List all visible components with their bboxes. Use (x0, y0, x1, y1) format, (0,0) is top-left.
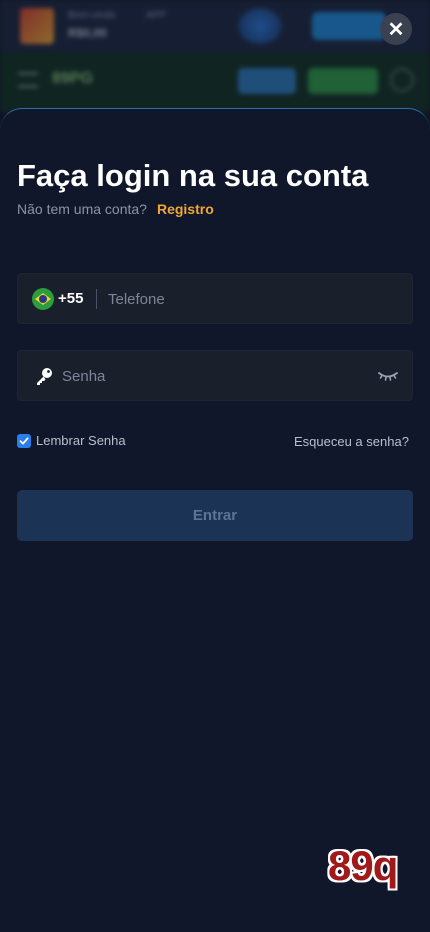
remember-checkbox[interactable] (17, 433, 31, 448)
watermark-logo: 89q (328, 842, 398, 889)
close-button[interactable]: ✕ (380, 13, 412, 45)
field-divider (96, 289, 97, 309)
register-link[interactable]: Registro (157, 201, 214, 217)
brazil-flag-icon[interactable] (32, 288, 54, 310)
background-banner-text: Bem-vindo (68, 10, 116, 21)
background-register-button (308, 68, 378, 94)
background-banner-balance: R$0,00 (68, 26, 107, 40)
remember-password-toggle[interactable]: Lembrar Senha (17, 433, 126, 448)
dial-code[interactable]: +55 (58, 290, 83, 307)
background-graphic (238, 8, 282, 44)
phone-field[interactable]: +55 (17, 273, 413, 324)
background-button (312, 12, 386, 40)
background-banner: Bem-vindo R$0,00 APP (0, 0, 430, 52)
forgot-password-link[interactable]: Esqueceu a senha? (294, 434, 409, 449)
background-brand: 89PG (52, 70, 93, 87)
close-icon: ✕ (387, 18, 405, 41)
background-nav: 89PG (0, 52, 430, 112)
password-input[interactable] (62, 363, 362, 389)
background-menu-icon (18, 72, 38, 88)
check-icon (19, 437, 29, 444)
page-title: Faça login na sua conta (17, 158, 369, 193)
login-button[interactable]: Entrar (17, 490, 413, 541)
background-logo (20, 8, 54, 44)
remember-label[interactable]: Lembrar Senha (36, 433, 126, 448)
key-icon (37, 368, 52, 385)
eye-closed-icon[interactable] (378, 369, 398, 383)
no-account-text: Não tem uma conta? (17, 201, 147, 217)
phone-input[interactable] (108, 286, 398, 312)
background-search-icon (390, 68, 414, 92)
background-login-button (238, 68, 296, 94)
register-prompt: Não tem uma conta? Registro (17, 201, 214, 217)
password-field[interactable] (17, 350, 413, 401)
background-banner-app: APP (146, 10, 167, 21)
